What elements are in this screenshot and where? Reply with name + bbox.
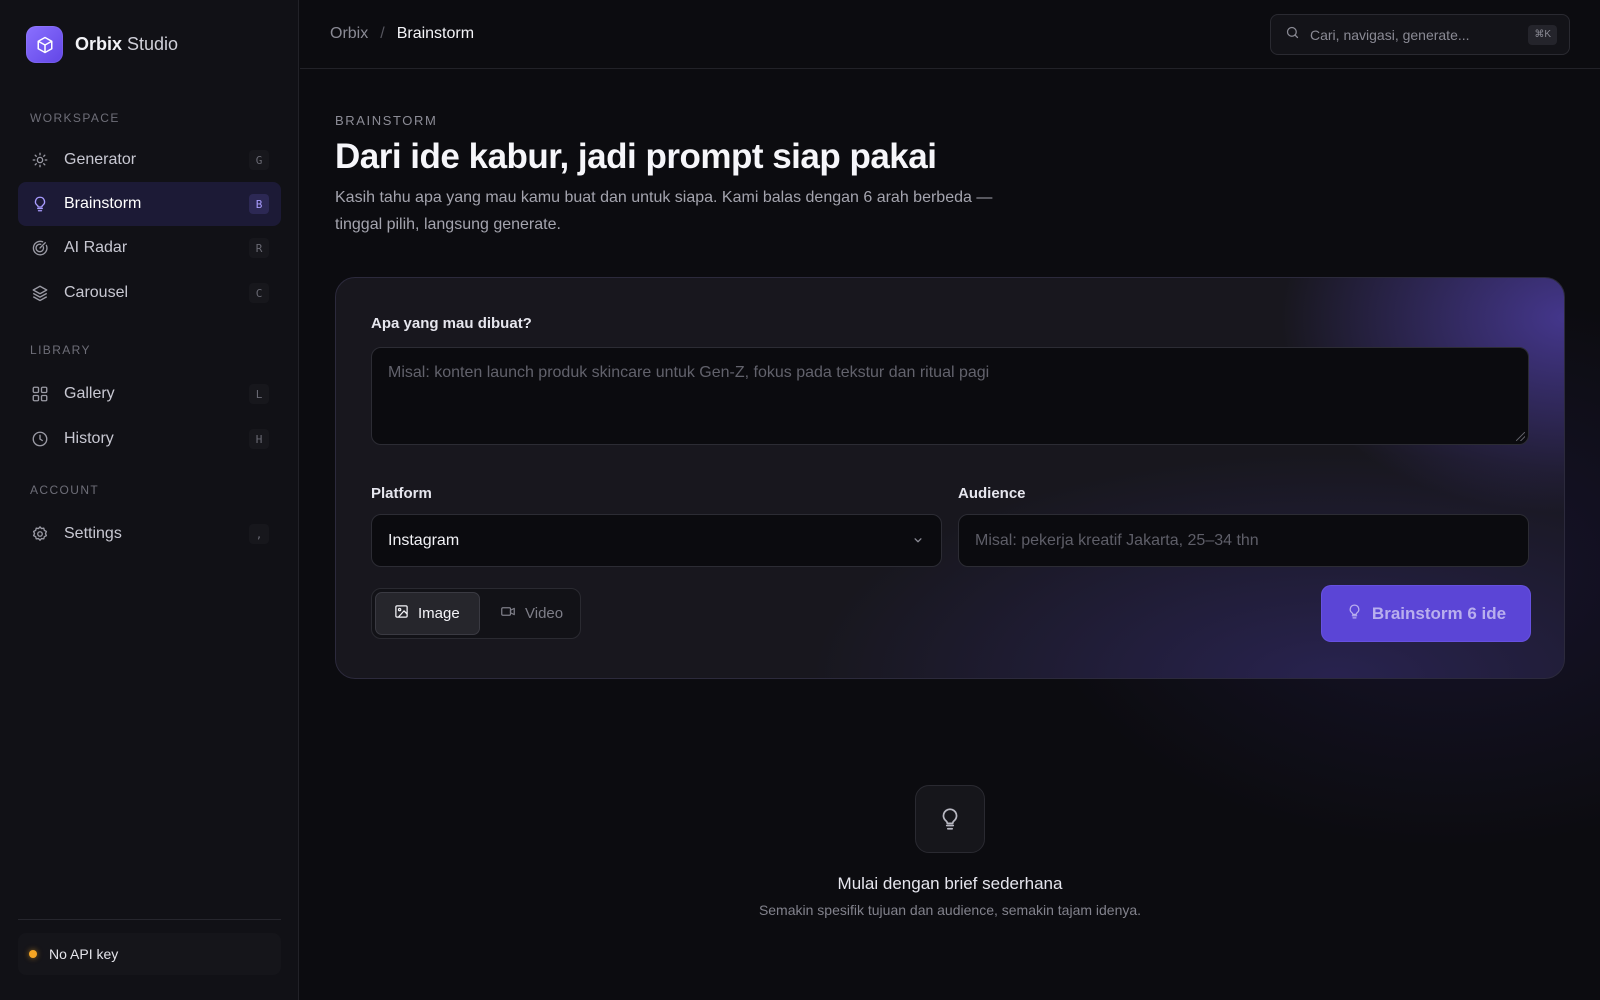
status-dot-icon (29, 950, 37, 958)
sidebar-item-label: Brainstorm (64, 195, 142, 212)
sidebar-item-carousel[interactable]: Carousel C (18, 271, 281, 315)
empty-state-subtitle: Semakin spesifik tujuan dan audience, se… (758, 902, 1142, 918)
gear-icon (30, 524, 50, 544)
sidebar-item-label: Gallery (64, 385, 115, 402)
api-key-status[interactable]: No API key (18, 933, 281, 975)
radar-icon (30, 238, 50, 258)
sidebar-item-label: History (64, 430, 114, 447)
shortcut-badge: B (249, 194, 269, 214)
sidebar-item-label: Generator (64, 151, 137, 168)
sidebar-item-ai-radar[interactable]: AI Radar R (18, 226, 281, 270)
lightbulb-icon (1346, 603, 1363, 625)
sidebar: Orbix Studio WORKSPACE Generator G Brain… (0, 0, 299, 1000)
breadcrumb: Orbix / Brainstorm (330, 25, 474, 43)
media-option-label: Video (525, 605, 564, 622)
main-content: BRAINSTORM Dari ide kabur, jadi prompt s… (300, 70, 1600, 1000)
shortcut-badge: , (249, 524, 269, 544)
breadcrumb-current: Brainstorm (396, 25, 475, 42)
empty-state-lightbulb-icon (915, 785, 985, 853)
shortcut-badge: R (249, 238, 269, 258)
shortcut-badge: H (249, 429, 269, 449)
media-option-label: Image (418, 605, 460, 622)
sidebar-divider (18, 919, 281, 920)
video-icon (500, 604, 516, 623)
sidebar-item-generator[interactable]: Generator G (18, 138, 281, 182)
media-option-video[interactable]: Video (482, 592, 578, 635)
search-input[interactable]: Cari, navigasi, generate... ⌘K (1270, 14, 1570, 55)
chevron-down-icon (911, 533, 925, 552)
sidebar-item-settings[interactable]: Settings , (18, 512, 281, 556)
grid-icon (30, 384, 50, 404)
brand-name-light: Studio (127, 34, 179, 54)
image-icon (394, 604, 409, 623)
cube-logo-icon (26, 26, 63, 63)
breadcrumb-root-link[interactable]: Orbix (330, 25, 368, 43)
section-label-account: ACCOUNT (30, 483, 100, 497)
page-eyebrow: BRAINSTORM (335, 113, 438, 128)
brand[interactable]: Orbix Studio (26, 26, 178, 63)
media-type-toggle: Image Video (371, 588, 581, 639)
brainstorm-submit-button[interactable]: Brainstorm 6 ide (1321, 585, 1531, 642)
shortcut-badge: G (249, 150, 269, 170)
media-option-image[interactable]: Image (375, 592, 480, 635)
resize-handle-icon[interactable] (1516, 432, 1525, 441)
search-icon (1285, 25, 1300, 45)
layers-icon (30, 283, 50, 303)
page-description: Kasih tahu apa yang mau kamu buat dan un… (335, 189, 993, 233)
section-label-library: LIBRARY (30, 343, 91, 357)
sidebar-item-label: AI Radar (64, 239, 128, 256)
submit-button-label: Brainstorm 6 ide (1371, 603, 1507, 623)
audience-input[interactable]: Misal: pekerja kreatif Jakarta, 25–34 th… (958, 514, 1529, 567)
brief-label: Apa yang mau dibuat? (371, 315, 532, 332)
audience-placeholder: Misal: pekerja kreatif Jakarta, 25–34 th… (975, 531, 1259, 549)
lightbulb-icon (30, 194, 50, 214)
audience-label: Audience (958, 485, 1026, 502)
platform-select[interactable]: Instagram (371, 514, 942, 567)
page-title: Dari ide kabur, jadi prompt siap pakai (335, 137, 937, 176)
clock-icon (30, 429, 50, 449)
sidebar-item-label: Carousel (64, 284, 129, 301)
sidebar-item-gallery[interactable]: Gallery L (18, 372, 281, 416)
search-placeholder: Cari, navigasi, generate... (1310, 26, 1470, 43)
sun-icon (30, 150, 50, 170)
search-shortcut-badge: ⌘K (1528, 24, 1557, 45)
brand-name-bold: Orbix (75, 34, 123, 54)
sidebar-item-history[interactable]: History H (18, 417, 281, 461)
topbar: Orbix / Brainstorm Cari, navigasi, gener… (300, 0, 1600, 69)
platform-select-value: Instagram (388, 531, 460, 549)
sidebar-item-brainstorm[interactable]: Brainstorm B (18, 182, 281, 226)
brief-textarea[interactable]: Misal: konten launch produk skincare unt… (371, 347, 1529, 445)
brand-name: Orbix Studio (75, 34, 178, 55)
sidebar-item-label: Settings (64, 525, 122, 542)
breadcrumb-separator: / (380, 25, 385, 42)
brief-placeholder: Misal: konten launch produk skincare unt… (388, 364, 990, 381)
shortcut-badge: L (249, 384, 269, 404)
platform-label: Platform (371, 485, 432, 502)
api-key-status-label: No API key (49, 946, 119, 962)
shortcut-badge: C (249, 283, 269, 303)
empty-state-title: Mulai dengan brief sederhana (837, 874, 1063, 893)
brainstorm-form-card: Apa yang mau dibuat? Misal: konten launc… (335, 277, 1565, 679)
section-label-workspace: WORKSPACE (30, 111, 120, 125)
